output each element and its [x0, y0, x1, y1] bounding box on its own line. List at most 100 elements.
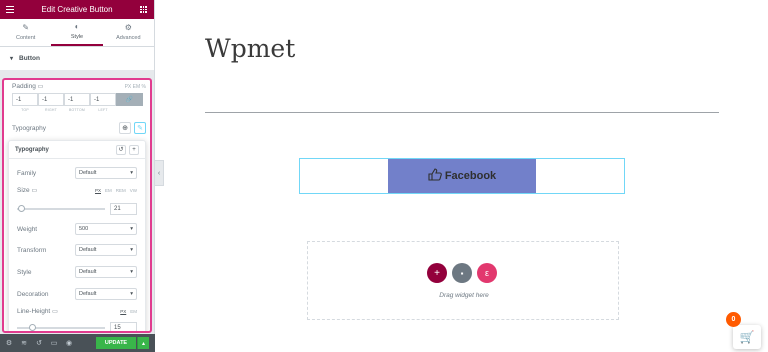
side-label: TOP — [21, 108, 29, 112]
drop-zone[interactable]: + ▪ ε Drag widget here — [307, 241, 619, 320]
contrast-icon: ◐ — [74, 22, 80, 31]
side-label: LEFT — [98, 108, 108, 112]
thumbs-up-icon — [428, 168, 442, 184]
preview-canvas: Wpmet Facebook + ▪ ε Drag widget here — [164, 0, 768, 352]
unit-em[interactable]: EM — [130, 309, 137, 314]
dropzone-actions: + ▪ ε — [427, 263, 497, 283]
style-label: Style — [17, 268, 32, 276]
unit-px[interactable]: PX — [120, 309, 126, 314]
size-label: Size ▭ — [17, 187, 38, 194]
facebook-button[interactable]: Facebook — [388, 159, 536, 193]
history-icon[interactable]: ↺ — [33, 334, 45, 352]
collapse-panel-icon[interactable]: ‹ — [155, 160, 164, 186]
highlighted-controls: Padding ▭ PX EM % -1 -1 -1 -1 🔗 TOP RIGH… — [2, 78, 152, 333]
family-value: Default — [79, 170, 97, 176]
line-height-slider-handle[interactable] — [29, 324, 36, 331]
style-field: Style Default ▾ — [17, 266, 137, 278]
section-button-header[interactable]: ▾ Button — [0, 47, 154, 71]
size-units: PX EM REM VW — [95, 188, 137, 193]
unit-rem[interactable]: REM — [116, 188, 126, 193]
button-widget-selection[interactable]: Facebook — [299, 158, 625, 194]
padding-bottom-input[interactable]: -1 — [64, 93, 90, 106]
preview-eye-icon[interactable]: ◉ — [63, 334, 75, 352]
size-slider-track[interactable] — [17, 208, 105, 210]
style-value: Default — [79, 269, 97, 275]
divider — [205, 112, 719, 113]
typography-label: Typography — [12, 124, 46, 132]
style-select[interactable]: Default ▾ — [75, 266, 137, 278]
family-field: Family Default ▾ — [17, 167, 137, 179]
button-label: Facebook — [444, 170, 497, 182]
menu-icon[interactable] — [6, 6, 14, 15]
desktop-icon[interactable]: ▭ — [52, 309, 58, 315]
popover-header: Typography ↺ + — [9, 141, 145, 159]
update-options-icon[interactable]: ▴ — [137, 337, 149, 349]
responsive-icon[interactable]: ▭ — [48, 334, 60, 352]
weight-select[interactable]: 500 ▾ — [75, 223, 137, 235]
line-height-units: PX EM — [120, 309, 137, 314]
dropzone-text: Drag widget here — [439, 292, 489, 299]
weight-label: Weight — [17, 225, 38, 233]
desktop-icon[interactable]: ▭ — [31, 188, 37, 194]
panel-header: Edit Creative Button — [0, 0, 154, 19]
unit-px[interactable]: PX — [95, 188, 101, 193]
notification-count-badge: 0 — [726, 312, 741, 327]
editor-panel: Edit Creative Button ✎ Content ◐ Style ⚙… — [0, 0, 155, 352]
decoration-field: Decoration Default ▾ — [17, 288, 137, 300]
update-button[interactable]: UPDATE — [96, 337, 136, 349]
typography-control: Typography ⊕ ✎ — [12, 122, 146, 134]
chevron-down-icon: ▾ — [130, 247, 133, 253]
template-folder-icon[interactable]: ▪ — [452, 263, 472, 283]
tab-content[interactable]: ✎ Content — [0, 19, 51, 46]
pencil-icon: ✎ — [22, 23, 30, 32]
line-height-input[interactable]: 15 — [110, 322, 137, 331]
padding-top-input[interactable]: -1 — [12, 93, 38, 106]
panel-tabs: ✎ Content ◐ Style ⚙ Advanced — [0, 19, 154, 47]
padding-control-header: Padding ▭ PX EM % — [12, 83, 146, 90]
panel-footer: ⚙ ≋ ↺ ▭ ◉ UPDATE ▴ — [0, 334, 155, 352]
reset-icon[interactable]: ↺ — [116, 144, 126, 155]
notification-cart-icon[interactable]: 🛒 — [733, 325, 761, 349]
size-input[interactable]: 21 — [110, 203, 137, 215]
unit-vw[interactable]: VW — [130, 188, 137, 193]
padding-units[interactable]: PX EM % — [125, 84, 146, 90]
popover-actions: ↺ + — [116, 144, 139, 155]
transform-select[interactable]: Default ▾ — [75, 244, 137, 256]
side-label: BOTTOM — [68, 108, 86, 112]
widgets-grid-icon[interactable] — [140, 6, 147, 13]
desktop-icon[interactable]: ▭ — [38, 84, 44, 90]
decoration-select[interactable]: Default ▾ — [75, 288, 137, 300]
unit-em[interactable]: EM — [105, 188, 112, 193]
tab-style[interactable]: ◐ Style — [51, 19, 103, 46]
add-section-plus-icon[interactable]: + — [427, 263, 447, 283]
popover-title: Typography — [15, 146, 49, 153]
caret-down-icon: ▾ — [10, 56, 14, 62]
settings-gear-icon[interactable]: ⚙ — [3, 334, 15, 352]
padding-inputs: -1 -1 -1 -1 🔗 — [12, 93, 143, 106]
line-height-label: Line-Height ▭ — [17, 308, 58, 315]
family-select[interactable]: Default ▾ — [75, 167, 137, 179]
elementskit-icon[interactable]: ε — [477, 263, 497, 283]
side-label: RIGHT — [45, 108, 57, 112]
padding-right-input[interactable]: -1 — [38, 93, 64, 106]
size-slider-handle[interactable] — [18, 205, 26, 212]
decoration-value: Default — [79, 291, 97, 297]
layers-icon[interactable]: ≋ — [18, 334, 30, 352]
site-title[interactable]: Wpmet — [205, 34, 295, 63]
typography-popover: Typography ↺ + Family Default ▾ Size ▭ PX… — [8, 140, 146, 331]
edit-pencil-icon[interactable]: ✎ — [134, 122, 146, 134]
tab-advanced[interactable]: ⚙ Advanced — [103, 19, 154, 46]
weight-field: Weight 500 ▾ — [17, 223, 137, 235]
weight-value: 500 — [79, 226, 89, 232]
typography-buttons: ⊕ ✎ — [119, 122, 146, 134]
gear-icon: ⚙ — [124, 23, 132, 32]
link-values-icon[interactable]: 🔗 — [116, 93, 143, 106]
padding-left-input[interactable]: -1 — [90, 93, 116, 106]
chevron-down-icon: ▾ — [130, 269, 133, 275]
chevron-down-icon: ▾ — [130, 170, 133, 176]
plus-icon[interactable]: + — [129, 144, 139, 155]
panel-title: Edit Creative Button — [41, 5, 113, 14]
tab-label: Advanced — [116, 35, 141, 41]
globe-icon[interactable]: ⊕ — [119, 122, 131, 134]
chevron-down-icon: ▾ — [130, 291, 133, 297]
